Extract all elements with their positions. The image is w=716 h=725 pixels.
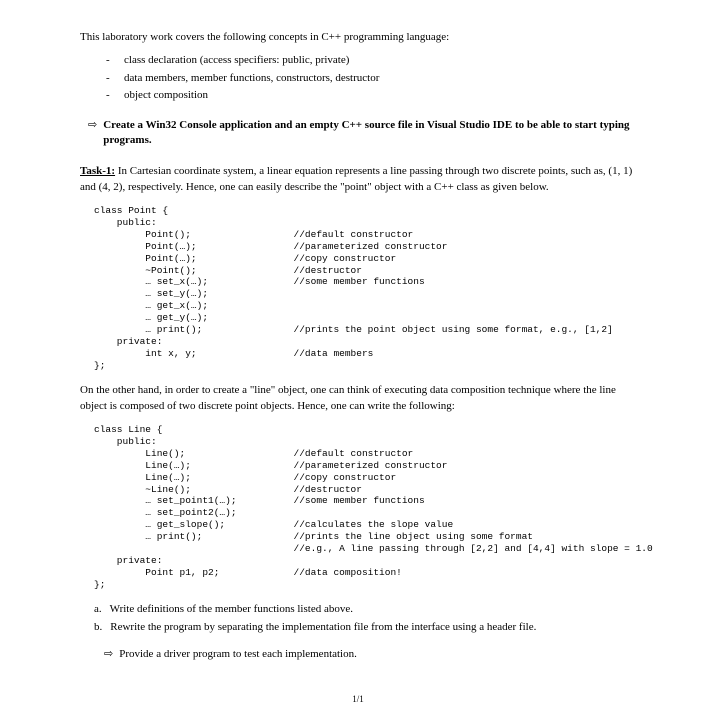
concept-text: object composition: [124, 88, 208, 103]
provide-line: ⇨ Provide a driver program to test each …: [104, 647, 636, 662]
concept-list: - class declaration (access specifiers: …: [106, 53, 636, 103]
question-letter: b.: [94, 620, 102, 635]
composition-paragraph: On the other hand, in order to create a …: [80, 383, 636, 414]
task1-text: In Cartesian coordinate system, a linear…: [80, 165, 632, 192]
question-text: Rewrite the program by separating the im…: [110, 620, 536, 635]
question-letter: a.: [94, 602, 102, 617]
page-number: 1/1: [80, 693, 636, 706]
dash-icon: -: [106, 53, 114, 68]
point-class-code: class Point { public: Point(); //default…: [94, 205, 636, 371]
list-item: - object composition: [106, 88, 636, 103]
question-text: Write definitions of the member function…: [110, 602, 353, 617]
concept-text: class declaration (access specifiers: pu…: [124, 53, 349, 68]
list-item: - data members, member functions, constr…: [106, 71, 636, 86]
list-item: a. Write definitions of the member funct…: [94, 602, 636, 617]
create-instruction: ⇨ Create a Win32 Console application and…: [88, 118, 636, 149]
dash-icon: -: [106, 88, 114, 103]
right-arrow-icon: ⇨: [104, 647, 113, 662]
question-list: a. Write definitions of the member funct…: [94, 602, 636, 635]
instruction-text: Create a Win32 Console application and a…: [103, 118, 636, 149]
concept-text: data members, member functions, construc…: [124, 71, 379, 86]
provide-text: Provide a driver program to test each im…: [119, 647, 357, 662]
list-item: - class declaration (access specifiers: …: [106, 53, 636, 68]
line-class-code: class Line { public: Line(); //default c…: [94, 424, 636, 590]
intro-text: This laboratory work covers the followin…: [80, 30, 636, 45]
dash-icon: -: [106, 71, 114, 86]
list-item: b. Rewrite the program by separating the…: [94, 620, 636, 635]
task1-paragraph: Task-1: In Cartesian coordinate system, …: [80, 164, 636, 195]
right-arrow-icon: ⇨: [88, 118, 97, 133]
task1-label: Task-1:: [80, 165, 115, 177]
